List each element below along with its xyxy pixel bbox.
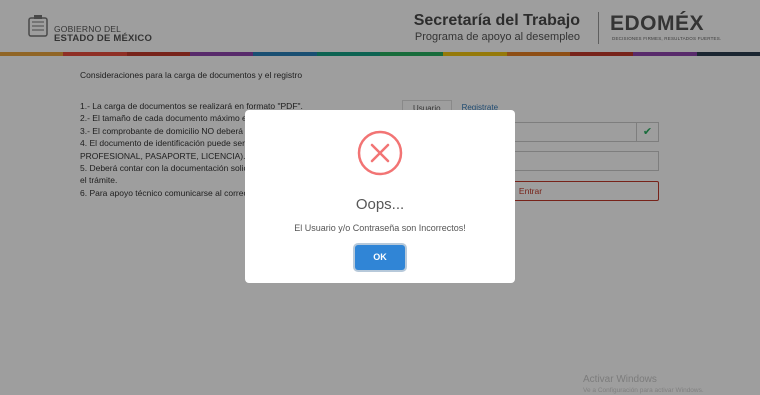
dialog-message: El Usuario y/o Contraseña son Incorrecto… (294, 223, 466, 233)
error-x-circle-icon (357, 130, 403, 176)
ok-button[interactable]: OK (355, 245, 405, 270)
error-dialog: Oops... El Usuario y/o Contraseña son In… (245, 110, 515, 283)
dialog-title: Oops... (355, 196, 405, 213)
